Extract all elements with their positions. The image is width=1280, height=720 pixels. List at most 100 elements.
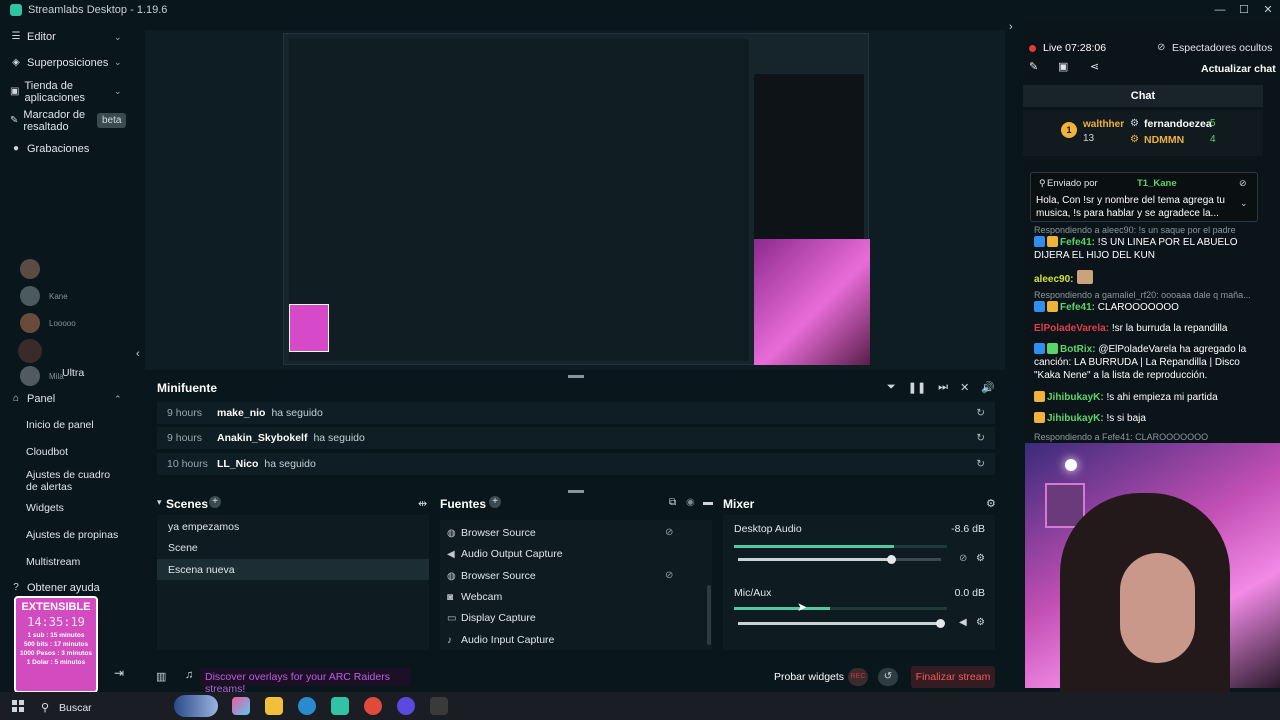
hidden-eye-icon[interactable]: ⊘ [665, 570, 673, 581]
gear-icon[interactable]: ⚙ [976, 553, 985, 564]
badge-icon [1034, 412, 1045, 423]
gear-icon[interactable]: ⚙ [986, 497, 996, 510]
visibility-icon[interactable]: ◉ [686, 497, 695, 508]
mute-icon[interactable]: ⊘ [959, 553, 967, 564]
source-item[interactable]: ◀ Audio Output Capture [447, 548, 563, 560]
close-icon[interactable]: ✕ [1256, 0, 1280, 20]
badge-icon [1034, 391, 1045, 402]
copy-icon[interactable]: ⧉ [669, 497, 676, 508]
share-icon[interactable]: ⋖ [1090, 60, 1099, 73]
edge-icon[interactable] [298, 697, 316, 715]
stats-icon[interactable]: ▥ [156, 670, 166, 683]
replay-buffer-icon[interactable]: ↺ [878, 668, 898, 686]
extensible-line: 500 bits : 17 minutos [23, 641, 89, 648]
nav-item-superposiciones[interactable]: ◈ Superposiciones [10, 57, 108, 69]
avatar[interactable] [20, 259, 40, 279]
source-item[interactable]: ◙ Webcam [447, 591, 502, 603]
taskbar-search[interactable]: Buscar [59, 702, 92, 714]
replay-icon[interactable]: ↻ [976, 432, 985, 444]
scene-item[interactable]: Scene [168, 542, 198, 554]
discord-icon[interactable] [397, 697, 415, 715]
scene-item[interactable]: ya empezamos [168, 521, 239, 533]
split-icon[interactable]: ⇹ [418, 497, 427, 510]
filter-icon[interactable]: ⏷ [887, 381, 896, 394]
resize-handle[interactable] [568, 490, 584, 493]
collapse-icon[interactable]: ▾ [157, 497, 162, 508]
volume-icon[interactable]: ◀ [959, 617, 967, 628]
folder-icon[interactable]: ▬ [703, 497, 713, 508]
volume-slider[interactable] [738, 555, 941, 564]
chat-message: BotRix: @ElPoladeVarela ha agregado la c… [1034, 343, 1247, 381]
app-icon[interactable] [430, 697, 448, 715]
test-widgets-button[interactable]: Probar widgets [774, 671, 844, 683]
maximize-icon[interactable]: ☐ [1232, 0, 1256, 20]
end-stream-button[interactable]: Finalizar stream [911, 666, 995, 688]
pencil-icon[interactable]: ✎ [1029, 60, 1038, 73]
add-source-icon[interactable]: + [489, 496, 501, 508]
badge-icon [1047, 343, 1058, 354]
collapse-nav-icon[interactable]: ⇥ [114, 666, 124, 680]
chrome-icon[interactable] [364, 697, 382, 715]
nav-sub-multistream[interactable]: Multistream [26, 556, 80, 568]
window-controls: — ☐ ✕ [1208, 0, 1280, 20]
volume-knob[interactable] [936, 619, 945, 628]
chevron-left-icon[interactable]: ‹ [136, 348, 140, 360]
hidden-eye-icon[interactable]: ⊘ [665, 527, 673, 538]
widget-icon[interactable] [174, 695, 218, 717]
source-item[interactable]: ◍ Browser Source [447, 527, 536, 539]
replay-icon[interactable]: ↻ [976, 407, 985, 419]
nav-sub-widgets[interactable]: Widgets [26, 502, 64, 514]
minimize-icon[interactable]: — [1208, 0, 1232, 20]
chat-message: Fefe41: CLAROOOOOOO [1034, 301, 1259, 314]
nav-item-grabaciones[interactable]: ● Grabaciones [10, 143, 89, 155]
nav-item-marcador[interactable]: ✎ Marcador de resaltado [10, 109, 100, 133]
stream-preview[interactable] [283, 33, 870, 365]
supporter-name: NDMMN [1144, 134, 1185, 146]
add-scene-icon[interactable]: + [209, 496, 221, 508]
nav-item-tienda[interactable]: ▣ Tienda de aplicaciones [10, 80, 100, 104]
unpin-icon[interactable]: ⊘ [1239, 178, 1247, 189]
gear-icon[interactable]: ⚙ [976, 617, 985, 628]
copilot-icon[interactable] [232, 697, 250, 715]
avatar[interactable] [18, 339, 42, 363]
mixer-channel-name: Desktop Audio [734, 523, 802, 535]
avatar[interactable] [20, 286, 40, 306]
nav-item-editor[interactable]: ☰ Editor [10, 31, 56, 43]
extensible-widget: EXTENSIBLE 14:35:19 1 sub : 15 minutos 5… [14, 596, 98, 693]
windows-start-icon[interactable] [12, 700, 24, 712]
record-button[interactable]: REC [848, 668, 868, 686]
chevron-right-icon[interactable]: › [1009, 21, 1013, 33]
nav-sub-propinas[interactable]: Ajustes de propinas [26, 529, 118, 541]
layers-icon: ◈ [12, 57, 20, 68]
viewers-hidden[interactable]: Espectadores ocultos [1172, 42, 1272, 54]
source-item[interactable]: ♪ Audio Input Capture [447, 634, 554, 646]
streamlabs-icon[interactable] [331, 697, 349, 715]
search-icon[interactable]: ⚲ [41, 701, 49, 714]
scrollbar[interactable] [707, 585, 711, 645]
pause-icon[interactable]: ❚❚ [908, 381, 926, 394]
replay-icon[interactable]: ↻ [976, 458, 985, 470]
nav-item-ayuda[interactable]: ? Obtener ayuda [10, 582, 100, 594]
nav-item-panel[interactable]: ⌂ Panel [10, 393, 55, 405]
mute-alerts-icon[interactable]: ✕ [960, 381, 969, 394]
source-item[interactable]: ▭ Display Capture [447, 612, 536, 624]
nav-sub-alertas[interactable]: Ajustes de cuadro de alertas [26, 469, 121, 493]
title-bar: Streamlabs Desktop - 1.19.6 — ☐ ✕ [0, 0, 1280, 20]
refresh-chat-button[interactable]: Actualizar chat [1201, 63, 1276, 75]
save-icon[interactable]: ▣ [1058, 60, 1068, 73]
volume-slider[interactable] [738, 619, 945, 628]
avatar[interactable] [20, 366, 40, 386]
store-icon: ▣ [10, 86, 20, 97]
folder-icon[interactable] [265, 697, 283, 715]
chat-message: Fefe41: !S UN LINEA POR EL ABUELO DIJERA… [1034, 236, 1238, 261]
bell-icon[interactable]: ♫ [185, 669, 193, 681]
nav-sub-cloudbot[interactable]: Cloudbot [26, 446, 68, 458]
discover-banner[interactable]: Discover overlays for your ARC Raiders s… [200, 668, 410, 695]
scene-item-selected[interactable]: Escena nueva [168, 564, 235, 576]
source-item[interactable]: ◍ Browser Source [447, 570, 536, 582]
avatar[interactable] [20, 313, 40, 333]
nav-sub-inicio[interactable]: Inicio de panel [26, 419, 94, 431]
chevron-down-icon[interactable]: ⌄ [1240, 198, 1248, 209]
skip-icon[interactable]: ⏭ [938, 381, 948, 394]
volume-icon[interactable]: 🔊 [981, 381, 995, 394]
